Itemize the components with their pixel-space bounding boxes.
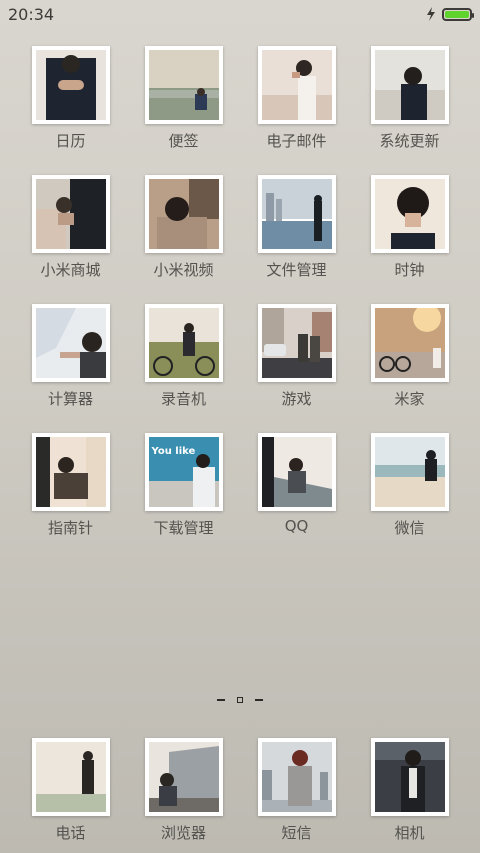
app-mi-video[interactable]: 小米视频: [127, 175, 240, 280]
games-icon: [257, 304, 336, 382]
app-games[interactable]: 游戏: [240, 304, 353, 409]
app-camera[interactable]: 相机: [353, 738, 466, 843]
app-file-manager[interactable]: 文件管理: [240, 175, 353, 280]
file-manager-icon: [257, 175, 336, 253]
app-label: 微信: [394, 519, 425, 537]
app-label: 小米视频: [153, 261, 214, 279]
app-notes[interactable]: 便签: [127, 46, 240, 151]
page-indicator[interactable]: [0, 697, 480, 703]
app-label: 小米商城: [40, 261, 101, 279]
app-label: 米家: [394, 390, 425, 408]
clock-icon: [370, 175, 449, 253]
app-recorder[interactable]: 录音机: [127, 304, 240, 409]
compass-icon: [31, 433, 110, 511]
page-dot-right: [255, 699, 263, 701]
status-icons: [426, 7, 474, 21]
battery-icon: [442, 7, 474, 21]
system-update-icon: [370, 46, 449, 124]
app-qq[interactable]: QQ: [240, 433, 353, 538]
app-label: 相机: [394, 824, 425, 842]
camera-icon: [370, 738, 449, 816]
mi-store-icon: [31, 175, 110, 253]
app-calculator[interactable]: 计算器: [14, 304, 127, 409]
app-clock[interactable]: 时钟: [353, 175, 466, 280]
calculator-icon: [31, 304, 110, 382]
app-label: 浏览器: [160, 824, 206, 842]
app-label: 电话: [55, 824, 86, 842]
app-label: 短信: [281, 824, 312, 842]
page-dot-current: [237, 697, 243, 703]
page-dot-left: [217, 699, 225, 701]
app-label: 游戏: [281, 390, 312, 408]
app-downloads[interactable]: You like 下载管理: [127, 433, 240, 538]
app-system-update[interactable]: 系统更新: [353, 46, 466, 151]
recorder-icon: [144, 304, 223, 382]
calendar-icon: [31, 46, 110, 124]
mi-video-icon: [144, 175, 223, 253]
app-label: 下载管理: [153, 519, 214, 537]
wechat-icon: [370, 433, 449, 511]
app-calendar[interactable]: 日历: [14, 46, 127, 151]
qq-icon: [257, 433, 336, 511]
app-mi-home[interactable]: 米家: [353, 304, 466, 409]
dock: 电话 浏览器 短信 相机: [14, 738, 466, 843]
app-email[interactable]: 电子邮件: [240, 46, 353, 151]
app-phone[interactable]: 电话: [14, 738, 127, 843]
lightning-icon: [427, 7, 435, 21]
browser-icon: [144, 738, 223, 816]
app-label: 系统更新: [379, 132, 440, 150]
app-grid: 日历 便签 电子邮件 系统更新 小米商城 小米视频 文件管理 时钟 计算器 录音…: [14, 46, 466, 538]
app-label: 便签: [168, 132, 199, 150]
status-bar: 20:34: [0, 0, 480, 28]
phone-icon: [31, 738, 110, 816]
notes-icon: [144, 46, 223, 124]
app-label: 电子邮件: [266, 132, 327, 150]
email-icon: [257, 46, 336, 124]
app-browser[interactable]: 浏览器: [127, 738, 240, 843]
app-label: 指南针: [47, 519, 93, 537]
downloads-overlay-text: You like: [151, 446, 196, 457]
app-label: 计算器: [47, 390, 93, 408]
app-messages[interactable]: 短信: [240, 738, 353, 843]
mi-home-icon: [370, 304, 449, 382]
app-compass[interactable]: 指南针: [14, 433, 127, 538]
app-wechat[interactable]: 微信: [353, 433, 466, 538]
app-label: 日历: [55, 132, 86, 150]
status-time: 20:34: [8, 4, 55, 24]
app-mi-store[interactable]: 小米商城: [14, 175, 127, 280]
app-label: 文件管理: [266, 261, 327, 279]
messages-icon: [257, 738, 336, 816]
app-label: 录音机: [160, 390, 206, 408]
downloads-icon: You like: [144, 433, 223, 511]
app-label: 时钟: [394, 261, 425, 279]
app-label: QQ: [284, 517, 309, 535]
